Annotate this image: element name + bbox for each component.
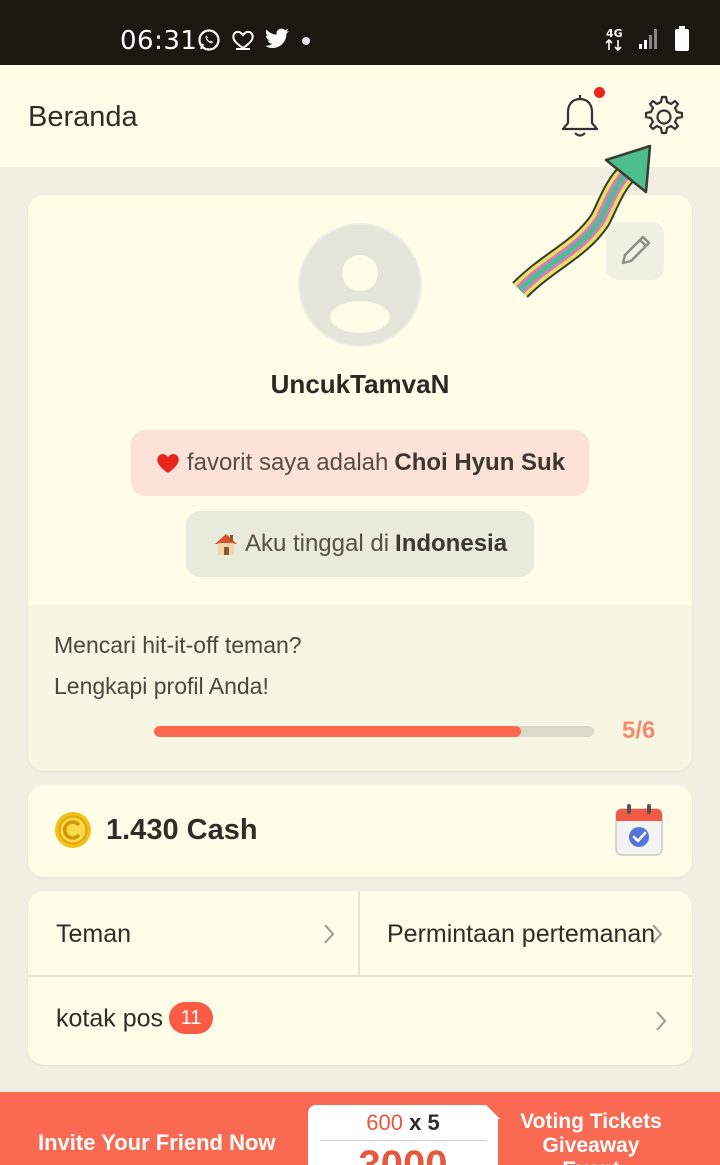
notification-dot bbox=[594, 87, 605, 98]
favorite-name: Choi Hyun Suk bbox=[394, 449, 566, 476]
mailbox-count-badge: 11 bbox=[169, 1002, 214, 1034]
menu-item-friend-requests-label: Permintaan pertemanan bbox=[387, 920, 656, 948]
profile-progress-bar bbox=[154, 726, 594, 737]
network-4g-icon: 4G bbox=[605, 27, 623, 52]
profile-completion-box[interactable]: Mencari hit-it-off teman? Lengkapi profi… bbox=[28, 605, 692, 771]
favorite-prefix: favorit saya adalah bbox=[186, 449, 389, 476]
status-time: 06:31 bbox=[120, 26, 198, 56]
battery-icon bbox=[675, 26, 689, 51]
menu-card: Teman Permintaan pertemanan kotak pos 11 bbox=[28, 891, 692, 1065]
page-title: Beranda bbox=[28, 101, 138, 133]
banner-event-text: Voting Tickets Giveaway Event bbox=[516, 1110, 666, 1165]
ticket-multiplier: x 5 bbox=[409, 1110, 440, 1135]
twitter-icon bbox=[265, 28, 289, 48]
cash-amount: 1.430 Cash bbox=[106, 814, 258, 846]
location-prefix: Aku tinggal di bbox=[244, 530, 390, 557]
chevron-right-icon bbox=[324, 924, 335, 944]
location-pill: Aku tinggal di Indonesia bbox=[186, 511, 534, 577]
ticket-divider bbox=[320, 1140, 486, 1141]
status-more-dot bbox=[302, 37, 310, 45]
completion-prompt: Mencari hit-it-off teman? bbox=[54, 632, 302, 658]
menu-item-mailbox[interactable]: kotak pos 11 bbox=[28, 977, 692, 1065]
banner-event-line2: Giveaway Event bbox=[542, 1134, 640, 1165]
location-name: Indonesia bbox=[395, 530, 508, 557]
promo-banner[interactable]: Invite Your Friend Now 600 x 5 3000 Voti… bbox=[0, 1092, 720, 1165]
favorite-pill: favorit saya adalah Choi Hyun Suk bbox=[131, 430, 589, 496]
chevron-right-icon bbox=[652, 924, 663, 944]
svg-text:4G: 4G bbox=[606, 27, 623, 40]
ticket-amount-row: 600 x 5 bbox=[308, 1110, 498, 1136]
ticket-total: 3000 bbox=[358, 1143, 448, 1165]
username: UncukTamvaN bbox=[270, 369, 450, 399]
ticket-corner bbox=[486, 1105, 500, 1119]
menu-item-friends[interactable]: Teman bbox=[28, 891, 358, 975]
banner-event-line1: Voting Tickets bbox=[520, 1110, 662, 1133]
whatsapp-icon bbox=[198, 29, 220, 51]
banner-invite-text: Invite Your Friend Now bbox=[38, 1130, 276, 1155]
profile-progress-text: 5/6 bbox=[622, 717, 656, 744]
menu-item-friend-requests[interactable]: Permintaan pertemanan bbox=[360, 891, 692, 975]
profile-progress-fill bbox=[154, 726, 521, 737]
bell-icon[interactable] bbox=[558, 93, 602, 141]
user-silhouette-icon bbox=[330, 255, 390, 333]
status-bar: 06:31 4G bbox=[0, 0, 720, 65]
menu-item-friends-label: Teman bbox=[56, 920, 132, 948]
banner-ticket: 600 x 5 3000 bbox=[308, 1105, 498, 1165]
avatar[interactable] bbox=[298, 223, 422, 347]
signal-icon bbox=[639, 29, 657, 49]
coin-icon bbox=[55, 812, 91, 848]
menu-item-mailbox-label: kotak pos bbox=[56, 1004, 164, 1033]
ticket-amount: 600 bbox=[366, 1110, 403, 1135]
gear-icon[interactable] bbox=[640, 93, 688, 141]
calendar-check-icon[interactable] bbox=[614, 803, 664, 857]
house-icon bbox=[213, 532, 239, 556]
completion-cta: Lengkapi profil Anda! bbox=[54, 673, 269, 699]
pointing-arrow-annotation bbox=[512, 144, 652, 298]
heart-chat-icon bbox=[232, 30, 254, 50]
chevron-right-icon bbox=[656, 1011, 667, 1031]
menu-item-mailbox-row: kotak pos 11 bbox=[56, 1002, 214, 1036]
heart-icon bbox=[155, 452, 181, 474]
cash-card[interactable]: 1.430 Cash bbox=[28, 785, 692, 877]
